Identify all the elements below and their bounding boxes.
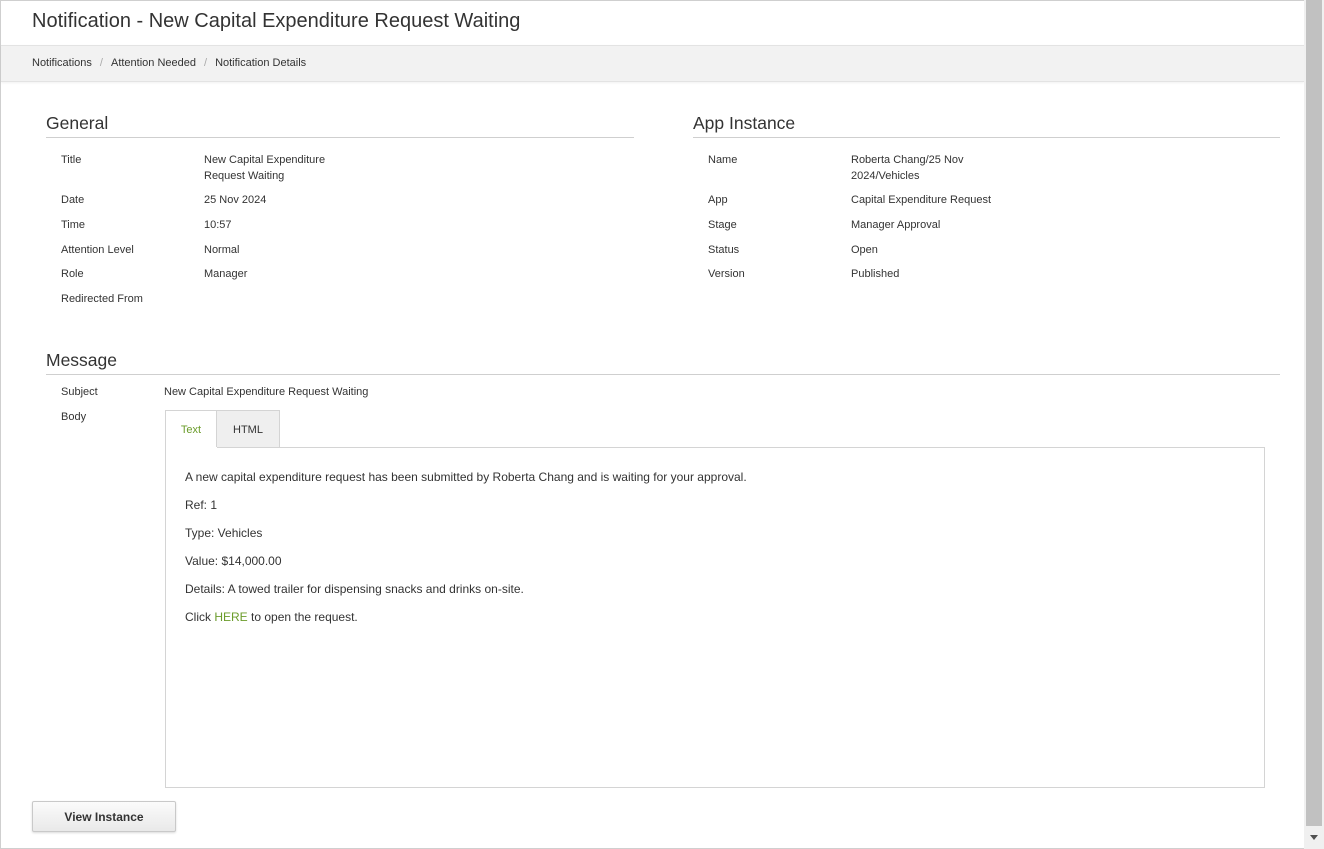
breadcrumb-attention-needed[interactable]: Attention Needed [111, 57, 196, 69]
notification-page: Notification - New Capital Expenditure R… [0, 0, 1304, 849]
title-value-line1: New Capital Expenditure [204, 154, 326, 166]
page-title: Notification - New Capital Expenditure R… [32, 10, 521, 32]
body-line-intro: A new capital expenditure request has be… [185, 470, 747, 484]
breadcrumb-bar: Notifications / Attention Needed / Notif… [1, 45, 1304, 82]
app-instance-heading: App Instance [693, 113, 796, 133]
breadcrumb-notification-details: Notification Details [215, 57, 307, 69]
message-body-panel: A new capital expenditure request has be… [165, 447, 1265, 788]
click-prefix: Click [185, 610, 215, 624]
name-label: Name [708, 154, 738, 166]
message-divider [46, 374, 1280, 375]
here-link[interactable]: HERE [214, 610, 247, 624]
stage-value: Manager Approval [851, 219, 941, 231]
version-value: Published [851, 268, 900, 280]
body-line-type: Type: Vehicles [185, 526, 263, 540]
status-value: Open [851, 244, 878, 256]
body-line-click: Click HERE to open the request. [185, 610, 358, 624]
breadcrumb-separator: / [204, 57, 208, 69]
message-heading: Message [46, 350, 118, 370]
title-value-line2: Request Waiting [204, 170, 285, 182]
active-tab-connector [166, 447, 217, 449]
title-label: Title [61, 154, 82, 166]
app-label: App [708, 194, 728, 206]
time-value: 10:57 [204, 219, 232, 231]
body-label: Body [61, 411, 87, 423]
body-line-details: Details: A towed trailer for dispensing … [185, 582, 524, 596]
general-heading: General [46, 113, 109, 133]
stage-label: Stage [708, 219, 737, 231]
breadcrumb: Notifications / Attention Needed / Notif… [32, 57, 306, 69]
body-tabs: Text HTML [165, 410, 280, 448]
breadcrumb-separator: / [99, 57, 103, 69]
date-value: 25 Nov 2024 [204, 194, 267, 206]
click-suffix: to open the request. [247, 610, 358, 624]
view-instance-button[interactable]: View Instance [32, 801, 176, 832]
name-value-line1: Roberta Chang/25 Nov [851, 154, 964, 166]
version-label: Version [708, 268, 745, 280]
scrollbar-thumb[interactable] [1306, 0, 1322, 826]
general-divider [46, 137, 634, 138]
app-value: Capital Expenditure Request [851, 194, 992, 206]
time-label: Time [61, 219, 86, 231]
attention-level-label: Attention Level [61, 244, 134, 256]
role-value: Manager [204, 268, 248, 280]
role-label: Role [61, 268, 84, 280]
app-instance-divider [693, 137, 1280, 138]
status-label: Status [708, 244, 740, 256]
title-bar: Notification - New Capital Expenditure R… [1, 1, 1304, 45]
body-line-ref: Ref: 1 [185, 498, 218, 512]
breadcrumb-notifications[interactable]: Notifications [32, 57, 92, 69]
name-value-line2: 2024/Vehicles [851, 170, 920, 182]
date-label: Date [61, 194, 85, 206]
tab-text[interactable]: Text [165, 410, 217, 448]
body-line-value: Value: $14,000.00 [185, 554, 282, 568]
subject-label: Subject [61, 386, 98, 398]
subject-value: New Capital Expenditure Request Waiting [164, 386, 369, 398]
chevron-down-icon[interactable] [1306, 829, 1322, 845]
redirected-from-label: Redirected From [61, 293, 143, 305]
attention-level-value: Normal [204, 244, 240, 256]
tab-html[interactable]: HTML [217, 410, 280, 448]
